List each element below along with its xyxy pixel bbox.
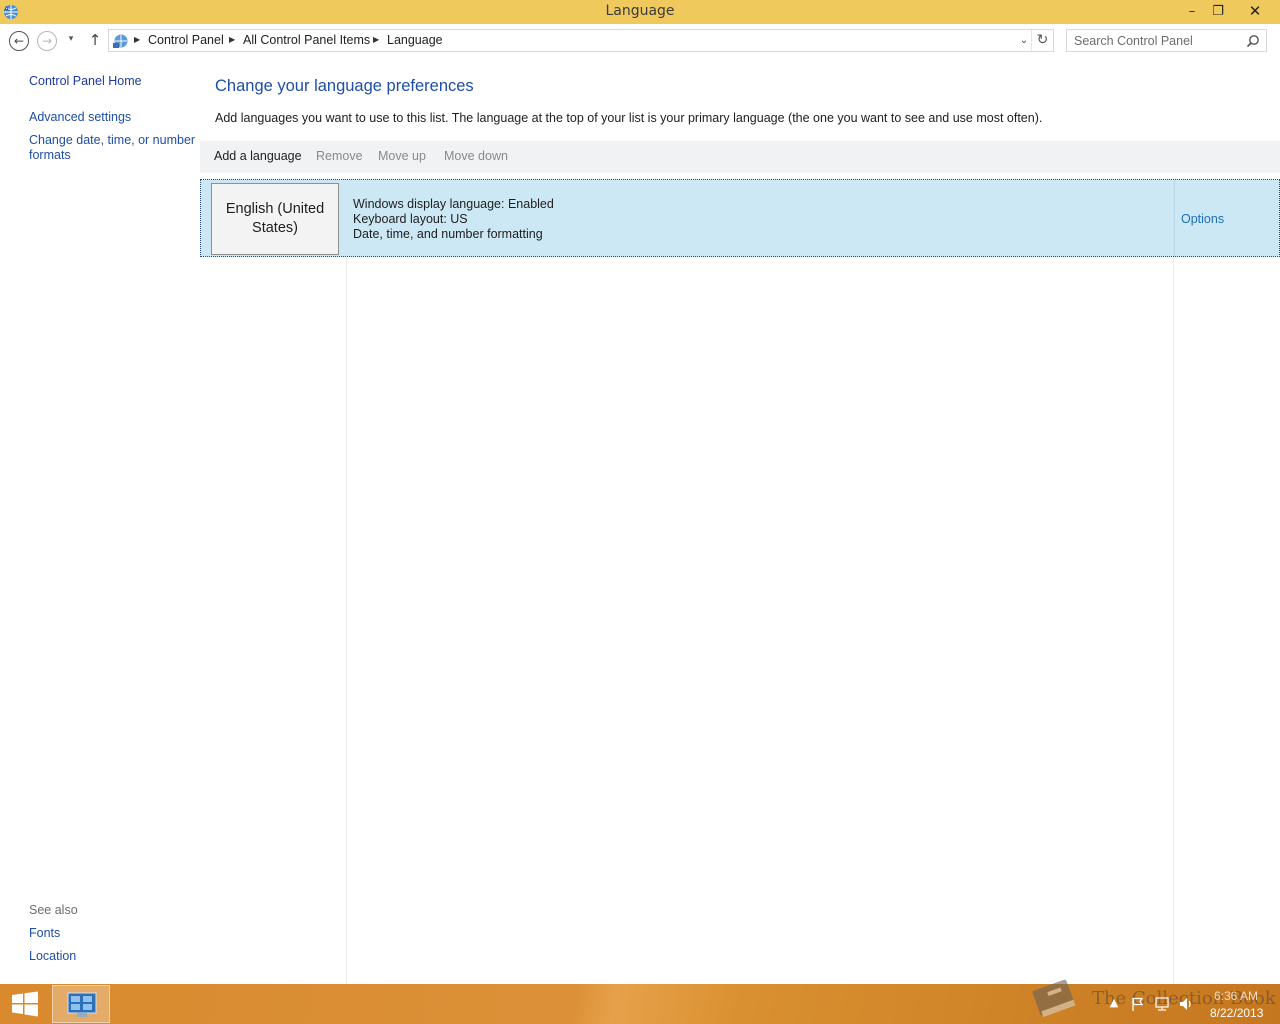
breadcrumb-separator-icon[interactable]: ▶ — [134, 35, 140, 44]
change-date-time-formats-link[interactable]: Change date, time, or number formats — [29, 133, 199, 163]
move-down-button[interactable]: Move down — [444, 149, 508, 163]
action-center-flag-icon[interactable] — [1130, 996, 1146, 1012]
advanced-settings-link[interactable]: Advanced settings — [29, 110, 131, 125]
recent-locations-chevron-down-icon[interactable]: ▾ — [64, 34, 78, 48]
control-panel-icon — [67, 992, 97, 1017]
window-title: Language — [605, 3, 675, 19]
language-list-item[interactable]: English (United States) Windows display … — [200, 179, 1280, 257]
language-options-link[interactable]: Options — [1181, 212, 1224, 226]
search-placeholder: Search Control Panel — [1074, 34, 1193, 48]
breadcrumb-separator-icon[interactable]: ▶ — [229, 35, 235, 44]
clock-date[interactable]: 8/22/2013 — [1210, 1006, 1263, 1020]
left-pane: Control Panel Home Advanced settings Cha… — [0, 58, 200, 984]
restore-button[interactable]: ❐ — [1204, 0, 1232, 22]
forward-button[interactable]: → — [37, 31, 57, 51]
breadcrumb-separator-icon[interactable]: ▶ — [373, 35, 379, 44]
refresh-icon[interactable]: ↻ — [1031, 30, 1053, 51]
see-also-heading: See also — [29, 903, 78, 917]
control-panel-taskbar-button[interactable] — [52, 985, 110, 1023]
column-divider — [346, 256, 347, 984]
keyboard-layout-status: Keyboard layout: US — [353, 212, 468, 226]
control-panel-icon — [113, 34, 128, 48]
title-bar: A Language – ❐ ✕ — [0, 0, 1280, 24]
language-name[interactable]: English (United States) — [211, 183, 339, 255]
column-divider — [1173, 256, 1174, 984]
windows-start-icon[interactable] — [8, 989, 42, 1019]
page-title: Change your language preferences — [215, 77, 474, 95]
navigation-bar: ← → ▾ ↑ ▶ Control Panel ▶ All Control Pa… — [0, 24, 1280, 58]
network-icon[interactable] — [1154, 996, 1170, 1012]
address-bar[interactable]: ▶ Control Panel ▶ All Control Panel Item… — [108, 29, 1054, 52]
control-panel-home-link[interactable]: Control Panel Home — [29, 74, 142, 89]
remove-button[interactable]: Remove — [316, 149, 363, 163]
minimize-button[interactable]: – — [1178, 0, 1206, 22]
clock-time[interactable]: 6:36 AM — [1214, 989, 1258, 1003]
book-logo-icon — [1032, 979, 1076, 1018]
formatting-status: Date, time, and number formatting — [353, 227, 543, 241]
search-icon[interactable] — [1246, 34, 1260, 48]
search-input[interactable]: Search Control Panel — [1066, 29, 1267, 52]
volume-icon[interactable] — [1178, 996, 1194, 1012]
up-button[interactable]: ↑ — [86, 31, 104, 51]
page-description: Add languages you want to use to this li… — [215, 111, 1043, 125]
display-language-status: Windows display language: Enabled — [353, 197, 554, 211]
show-hidden-icons-icon[interactable]: ▲ — [1106, 996, 1122, 1012]
language-toolbar: Add a language Remove Move up Move down — [200, 141, 1280, 173]
back-button[interactable]: ← — [9, 31, 29, 51]
breadcrumb-language[interactable]: Language — [387, 33, 443, 47]
add-language-button[interactable]: Add a language — [214, 149, 302, 163]
row-divider — [1174, 180, 1175, 256]
close-button[interactable]: ✕ — [1240, 0, 1270, 22]
taskbar: The Collection Book ▲ 6:36 AM 8/22/2013 — [0, 984, 1280, 1024]
breadcrumb-all-control-panel-items[interactable]: All Control Panel Items — [243, 33, 370, 47]
breadcrumb-control-panel[interactable]: Control Panel — [148, 33, 224, 47]
move-up-button[interactable]: Move up — [378, 149, 426, 163]
fonts-link[interactable]: Fonts — [29, 926, 60, 941]
location-link[interactable]: Location — [29, 949, 76, 964]
